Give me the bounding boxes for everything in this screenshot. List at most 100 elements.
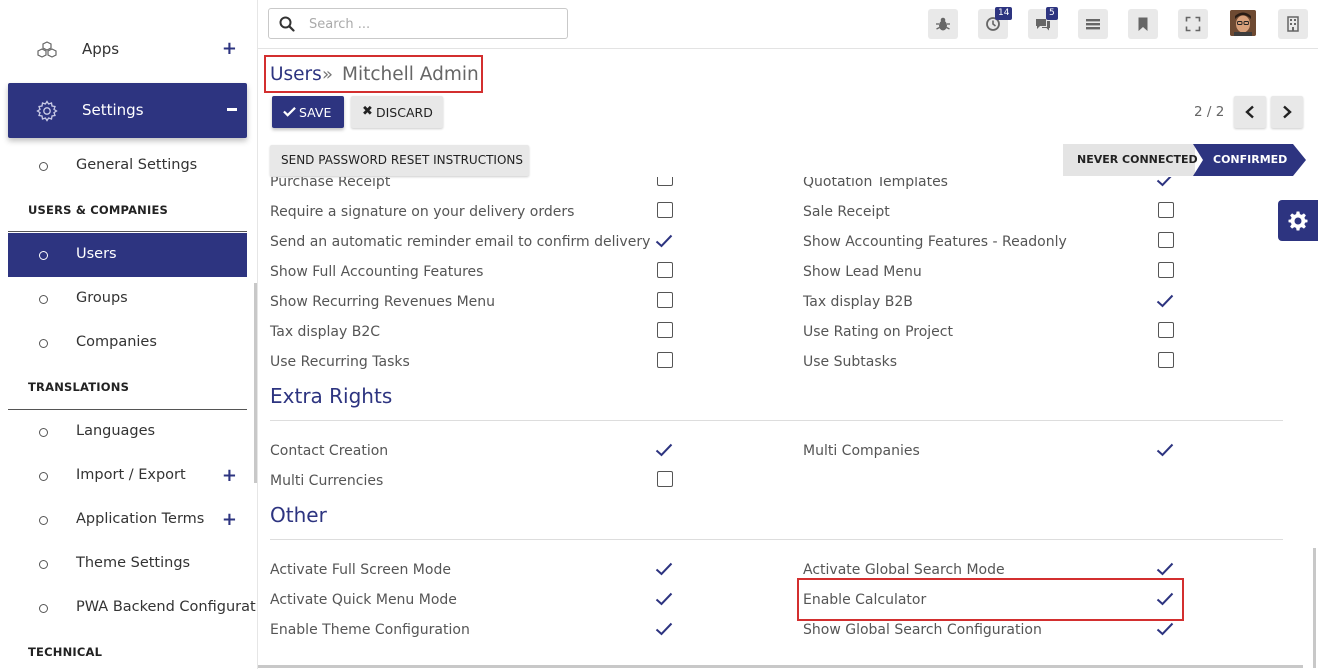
checkmark-icon[interactable] [1156, 443, 1174, 457]
circle-icon [39, 472, 48, 481]
messages-button[interactable]: 5 [1028, 7, 1058, 39]
checkmark-icon[interactable] [1156, 177, 1174, 187]
cubes-icon [37, 41, 57, 58]
field-label: Activate Full Screen Mode [270, 562, 451, 578]
checkmark-icon[interactable] [655, 443, 673, 457]
sidebar-item-languages[interactable]: Languages [8, 414, 247, 450]
checkbox[interactable] [657, 177, 673, 186]
sidebar-scrollbar[interactable] [254, 283, 257, 483]
reset-password-button[interactable]: SEND PASSWORD RESET INSTRUCTIONS [270, 145, 529, 176]
pager-next-button[interactable] [1271, 96, 1303, 128]
horizontal-scrollbar[interactable] [258, 665, 1303, 668]
sidebar-apps[interactable]: Apps + [8, 30, 247, 70]
vertical-scrollbar[interactable] [1313, 548, 1316, 668]
fullscreen-button[interactable] [1178, 9, 1208, 39]
sidebar-item-import-export[interactable]: Import / Export + [8, 458, 247, 494]
top-bar: 14 5 [258, 0, 1318, 49]
company-button[interactable] [1278, 9, 1308, 39]
checkbox[interactable] [657, 202, 673, 218]
checkbox[interactable] [1158, 322, 1174, 338]
checkmark-icon[interactable] [1156, 294, 1174, 308]
breadcrumb-current: Mitchell Admin [342, 64, 479, 85]
form-sheet: Purchase Receipt Require a signature on … [258, 177, 1303, 667]
sidebar-item-label: Import / Export [76, 467, 186, 483]
checkmark-icon[interactable] [655, 562, 673, 576]
checkbox[interactable] [657, 292, 673, 308]
bookmark-icon [1138, 17, 1148, 31]
sidebar-item-groups[interactable]: Groups [8, 281, 247, 317]
circle-icon [39, 251, 48, 260]
field-label: Enable Theme Configuration [270, 622, 470, 638]
breadcrumb-users-link[interactable]: Users [270, 64, 322, 85]
status-confirmed-label: CONFIRMED [1213, 153, 1288, 166]
checkmark-icon[interactable] [655, 622, 673, 636]
checkmark-icon[interactable] [655, 234, 673, 248]
expand-plus-icon[interactable]: + [222, 509, 237, 530]
expand-plus-icon[interactable]: + [222, 465, 237, 486]
circle-icon [39, 295, 48, 304]
circle-icon [39, 604, 48, 613]
check-icon [283, 106, 296, 117]
field-label: Show Lead Menu [803, 264, 922, 280]
search-box[interactable] [268, 8, 568, 39]
activity-button[interactable]: 14 [978, 7, 1013, 39]
field-label: Use Rating on Project [803, 324, 953, 340]
circle-icon [39, 560, 48, 569]
discard-button[interactable]: ✖ DISCARD [351, 96, 443, 128]
fullscreen-icon [1185, 16, 1201, 32]
status-never-connected[interactable]: NEVER CONNECTED [1063, 144, 1198, 176]
user-photo-icon [1230, 10, 1256, 36]
sidebar-item-theme-settings[interactable]: Theme Settings [8, 546, 247, 582]
field-label: Sale Receipt [803, 204, 890, 220]
sidebar-settings[interactable]: Settings [8, 83, 247, 138]
field-label: Show Global Search Configuration [803, 622, 1042, 638]
discard-button-label: DISCARD [376, 105, 433, 120]
circle-icon [39, 339, 48, 348]
field-label: Show Full Accounting Features [270, 264, 484, 280]
checkbox[interactable] [1158, 232, 1174, 248]
field-label: Quotation Templates [803, 177, 948, 190]
pager-value: 2 / 2 [1194, 104, 1225, 120]
search-input[interactable] [309, 14, 559, 34]
checkmark-icon[interactable] [1156, 622, 1174, 636]
search-icon [279, 16, 295, 32]
sidebar-item-general-settings[interactable]: General Settings [8, 148, 247, 184]
field-label: Tax display B2C [270, 324, 380, 340]
checkmark-icon[interactable] [655, 592, 673, 606]
debug-button[interactable] [928, 9, 958, 39]
checkbox[interactable] [657, 262, 673, 278]
sidebar-settings-label: Settings [82, 101, 144, 119]
gear-icon [1288, 211, 1308, 231]
menu-button[interactable] [1078, 9, 1108, 39]
gear-icon [36, 100, 58, 122]
breadcrumb-separator: » [322, 64, 334, 85]
checkbox[interactable] [657, 352, 673, 368]
checkbox[interactable] [657, 322, 673, 338]
sidebar-item-users[interactable]: Users [8, 233, 247, 277]
pager-previous-button[interactable] [1234, 96, 1266, 128]
save-button-label: SAVE [299, 105, 332, 120]
sidebar-item-application-terms[interactable]: Application Terms + [8, 502, 247, 538]
sidebar-item-companies[interactable]: Companies [8, 325, 247, 361]
checkbox[interactable] [1158, 202, 1174, 218]
section-translations: TRANSLATIONS [28, 380, 130, 394]
sidebar-item-pwa-backend[interactable]: PWA Backend Configurati [8, 590, 257, 626]
field-label: Contact Creation [270, 443, 389, 459]
theme-settings-button[interactable] [1278, 200, 1318, 241]
field-label: Show Recurring Revenues Menu [270, 294, 496, 310]
field-label: Tax display B2B [803, 294, 913, 310]
avatar[interactable] [1230, 10, 1256, 36]
checkmark-icon[interactable] [1156, 562, 1174, 576]
checkbox[interactable] [1158, 262, 1174, 278]
save-button[interactable]: SAVE [272, 96, 344, 128]
expand-plus-icon[interactable]: + [222, 40, 237, 58]
divider [8, 409, 247, 410]
bookmark-button[interactable] [1128, 9, 1158, 39]
checkbox[interactable] [657, 471, 673, 487]
status-confirmed[interactable]: CONFIRMED [1193, 144, 1306, 176]
circle-icon [39, 516, 48, 525]
checkbox[interactable] [1158, 352, 1174, 368]
collapse-minus-icon[interactable] [227, 108, 237, 111]
reset-password-label: SEND PASSWORD RESET INSTRUCTIONS [281, 153, 523, 167]
sidebar-item-label: Groups [76, 290, 128, 306]
